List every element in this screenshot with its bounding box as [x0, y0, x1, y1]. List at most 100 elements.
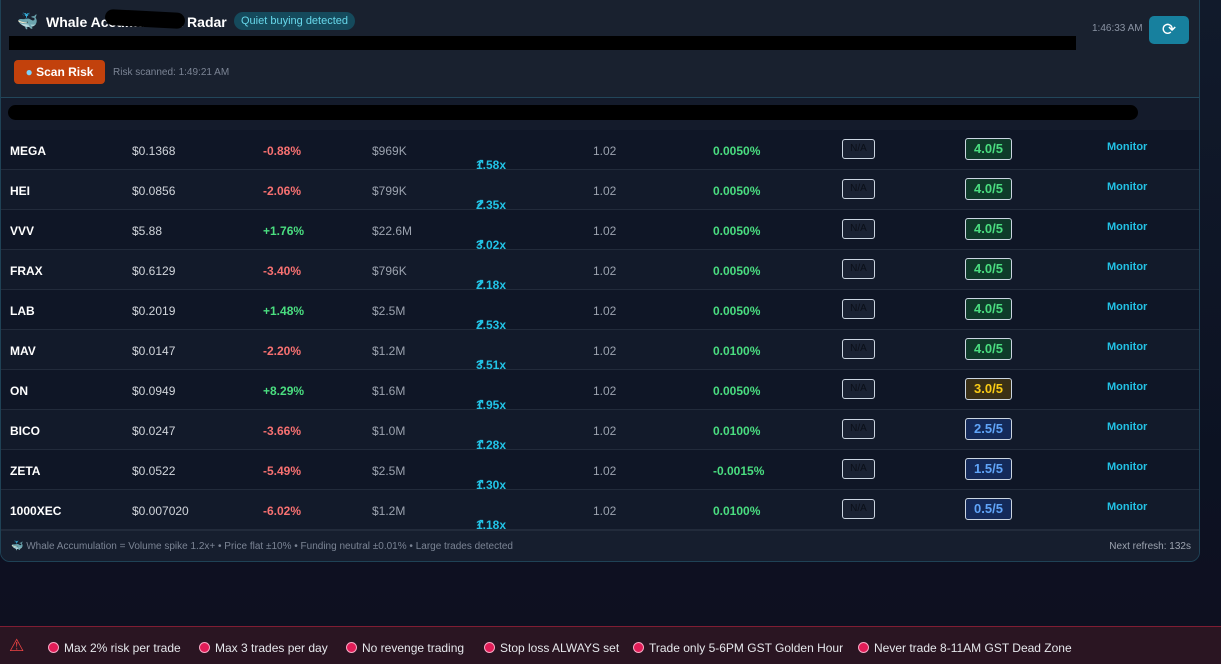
price: $0.2019 [132, 304, 176, 318]
price-change: +1.48% [263, 304, 305, 318]
panel-footer: 🐳 Whale Accumulation = Volume spike 1.2x… [1, 530, 1199, 561]
funding-rate: 0.0050% [713, 304, 761, 318]
price-change: -0.88% [263, 144, 302, 158]
symbol: ZETA [10, 464, 41, 478]
bullet-icon [199, 642, 210, 653]
volume: $1.0M [372, 424, 406, 438]
ratio: 1.02 [593, 144, 617, 158]
refresh-button[interactable]: ⟳ [1149, 16, 1189, 44]
symbol: BICO [10, 424, 40, 438]
legend-text: Whale Accumulation = Volume spike 1.2x+ … [26, 541, 513, 552]
table-row: BICO $0.0247 -3.66% $1.0M ↗ 1.28x 1.02 0… [1, 410, 1199, 452]
price: $0.6129 [132, 264, 176, 278]
rule-item: No revenge trading [346, 641, 464, 655]
table-row: HEI $0.0856 -2.06% $799K ↗ 2.35x 1.02 0.… [1, 170, 1199, 212]
volume: $2.5M [372, 464, 406, 478]
price: $0.0247 [132, 424, 176, 438]
price: $0.007020 [132, 504, 189, 518]
table-row: FRAX $0.6129 -3.40% $796K ↗ 2.18x 1.02 0… [1, 250, 1199, 292]
volume: $796K [372, 264, 407, 278]
monitor-button[interactable]: Monitor [1107, 421, 1147, 433]
risk-scanned-time: Risk scanned: 1:49:21 AM [113, 67, 230, 78]
monitor-button[interactable]: Monitor [1107, 461, 1147, 473]
bullet-icon [858, 642, 869, 653]
bullet-icon [633, 642, 644, 653]
monitor-button[interactable]: Monitor [1107, 221, 1147, 233]
score-badge: 4.0/5 [965, 178, 1012, 200]
price-change: -6.02% [263, 504, 302, 518]
volume: $2.5M [372, 304, 406, 318]
ratio: 1.02 [593, 504, 617, 518]
rule-item: Never trade 8-11AM GST Dead Zone [858, 641, 1072, 655]
score-badge: 4.0/5 [965, 298, 1012, 320]
monitor-button[interactable]: Monitor [1107, 261, 1147, 273]
table-row: 1000XEC $0.007020 -6.02% $1.2M ↗ 1.18x 1… [1, 490, 1199, 532]
redaction [8, 105, 1138, 120]
risk-badge: N/A [842, 299, 875, 319]
ratio: 1.02 [593, 184, 617, 198]
monitor-button[interactable]: Monitor [1107, 301, 1147, 313]
warning-icon: ⚠ [9, 636, 25, 655]
scan-risk-button[interactable]: ● Scan Risk [14, 60, 105, 84]
monitor-button[interactable]: Monitor [1107, 341, 1147, 353]
next-refresh: Next refresh: 132s [1109, 541, 1191, 552]
status-badge: Quiet buying detected [234, 12, 356, 30]
price-change: -2.20% [263, 344, 302, 358]
funding-rate: 0.0050% [713, 384, 761, 398]
volume: $1.6M [372, 384, 406, 398]
price-change: +8.29% [263, 384, 305, 398]
risk-badge: N/A [842, 179, 875, 199]
panel-header: 🐳 Whale Accumulation Radar Quiet buying … [1, 0, 1199, 98]
funding-rate: -0.0015% [713, 464, 765, 478]
trading-rules-bar: ⚠ Max 2% risk per trade Max 3 trades per … [0, 626, 1221, 664]
funding-rate: 0.0100% [713, 504, 761, 518]
table-row: MAV $0.0147 -2.20% $1.2M ↗ 3.51x 1.02 0.… [1, 330, 1199, 372]
bullet-icon [484, 642, 495, 653]
volume: $799K [372, 184, 407, 198]
funding-rate: 0.0100% [713, 344, 761, 358]
symbol: LAB [10, 304, 35, 318]
symbol: MAV [10, 344, 36, 358]
score-badge: 3.0/5 [965, 378, 1012, 400]
risk-badge: N/A [842, 339, 875, 359]
score-badge: 0.5/5 [965, 498, 1012, 520]
price: $0.1368 [132, 144, 176, 158]
monitor-button[interactable]: Monitor [1107, 381, 1147, 393]
price-change: -3.66% [263, 424, 302, 438]
volume: $969K [372, 144, 407, 158]
price: $5.88 [132, 224, 163, 238]
symbol: ON [10, 384, 28, 398]
whale-radar-panel: 🐳 Whale Accumulation Radar Quiet buying … [0, 0, 1200, 562]
search-icon: ● [25, 65, 33, 79]
risk-badge: N/A [842, 379, 875, 399]
risk-badge: N/A [842, 459, 875, 479]
rule-item: Max 3 trades per day [199, 641, 328, 655]
table-row: ON $0.0949 +8.29% $1.6M ↗ 1.95x 1.02 0.0… [1, 370, 1199, 412]
table-row: ZETA $0.0522 -5.49% $2.5M ↗ 1.30x 1.02 -… [1, 450, 1199, 492]
price: $0.0147 [132, 344, 176, 358]
monitor-button[interactable]: Monitor [1107, 181, 1147, 193]
volume: $22.6M [372, 224, 413, 238]
funding-rate: 0.0050% [713, 184, 761, 198]
risk-badge: N/A [842, 219, 875, 239]
whale-table: MEGA $0.1368 -0.88% $969K ↗ 1.58x 1.02 0… [1, 130, 1199, 532]
ratio: 1.02 [593, 424, 617, 438]
rule-item: Stop loss ALWAYS set [484, 641, 619, 655]
volume: $1.2M [372, 504, 406, 518]
symbol: 1000XEC [10, 504, 62, 518]
symbol: FRAX [10, 264, 43, 278]
ratio: 1.02 [593, 224, 617, 238]
redaction [9, 36, 1076, 50]
bullet-icon [48, 642, 59, 653]
score-badge: 4.0/5 [965, 138, 1012, 160]
whale-icon: 🐳 [11, 541, 24, 552]
monitor-button[interactable]: Monitor [1107, 141, 1147, 153]
ratio: 1.02 [593, 384, 617, 398]
price-change: +1.76% [263, 224, 305, 238]
ratio: 1.02 [593, 304, 617, 318]
price-change: -3.40% [263, 264, 302, 278]
monitor-button[interactable]: Monitor [1107, 501, 1147, 513]
ratio: 1.02 [593, 264, 617, 278]
whale-icon: 🐳 [17, 12, 39, 31]
symbol: VVV [10, 224, 35, 238]
